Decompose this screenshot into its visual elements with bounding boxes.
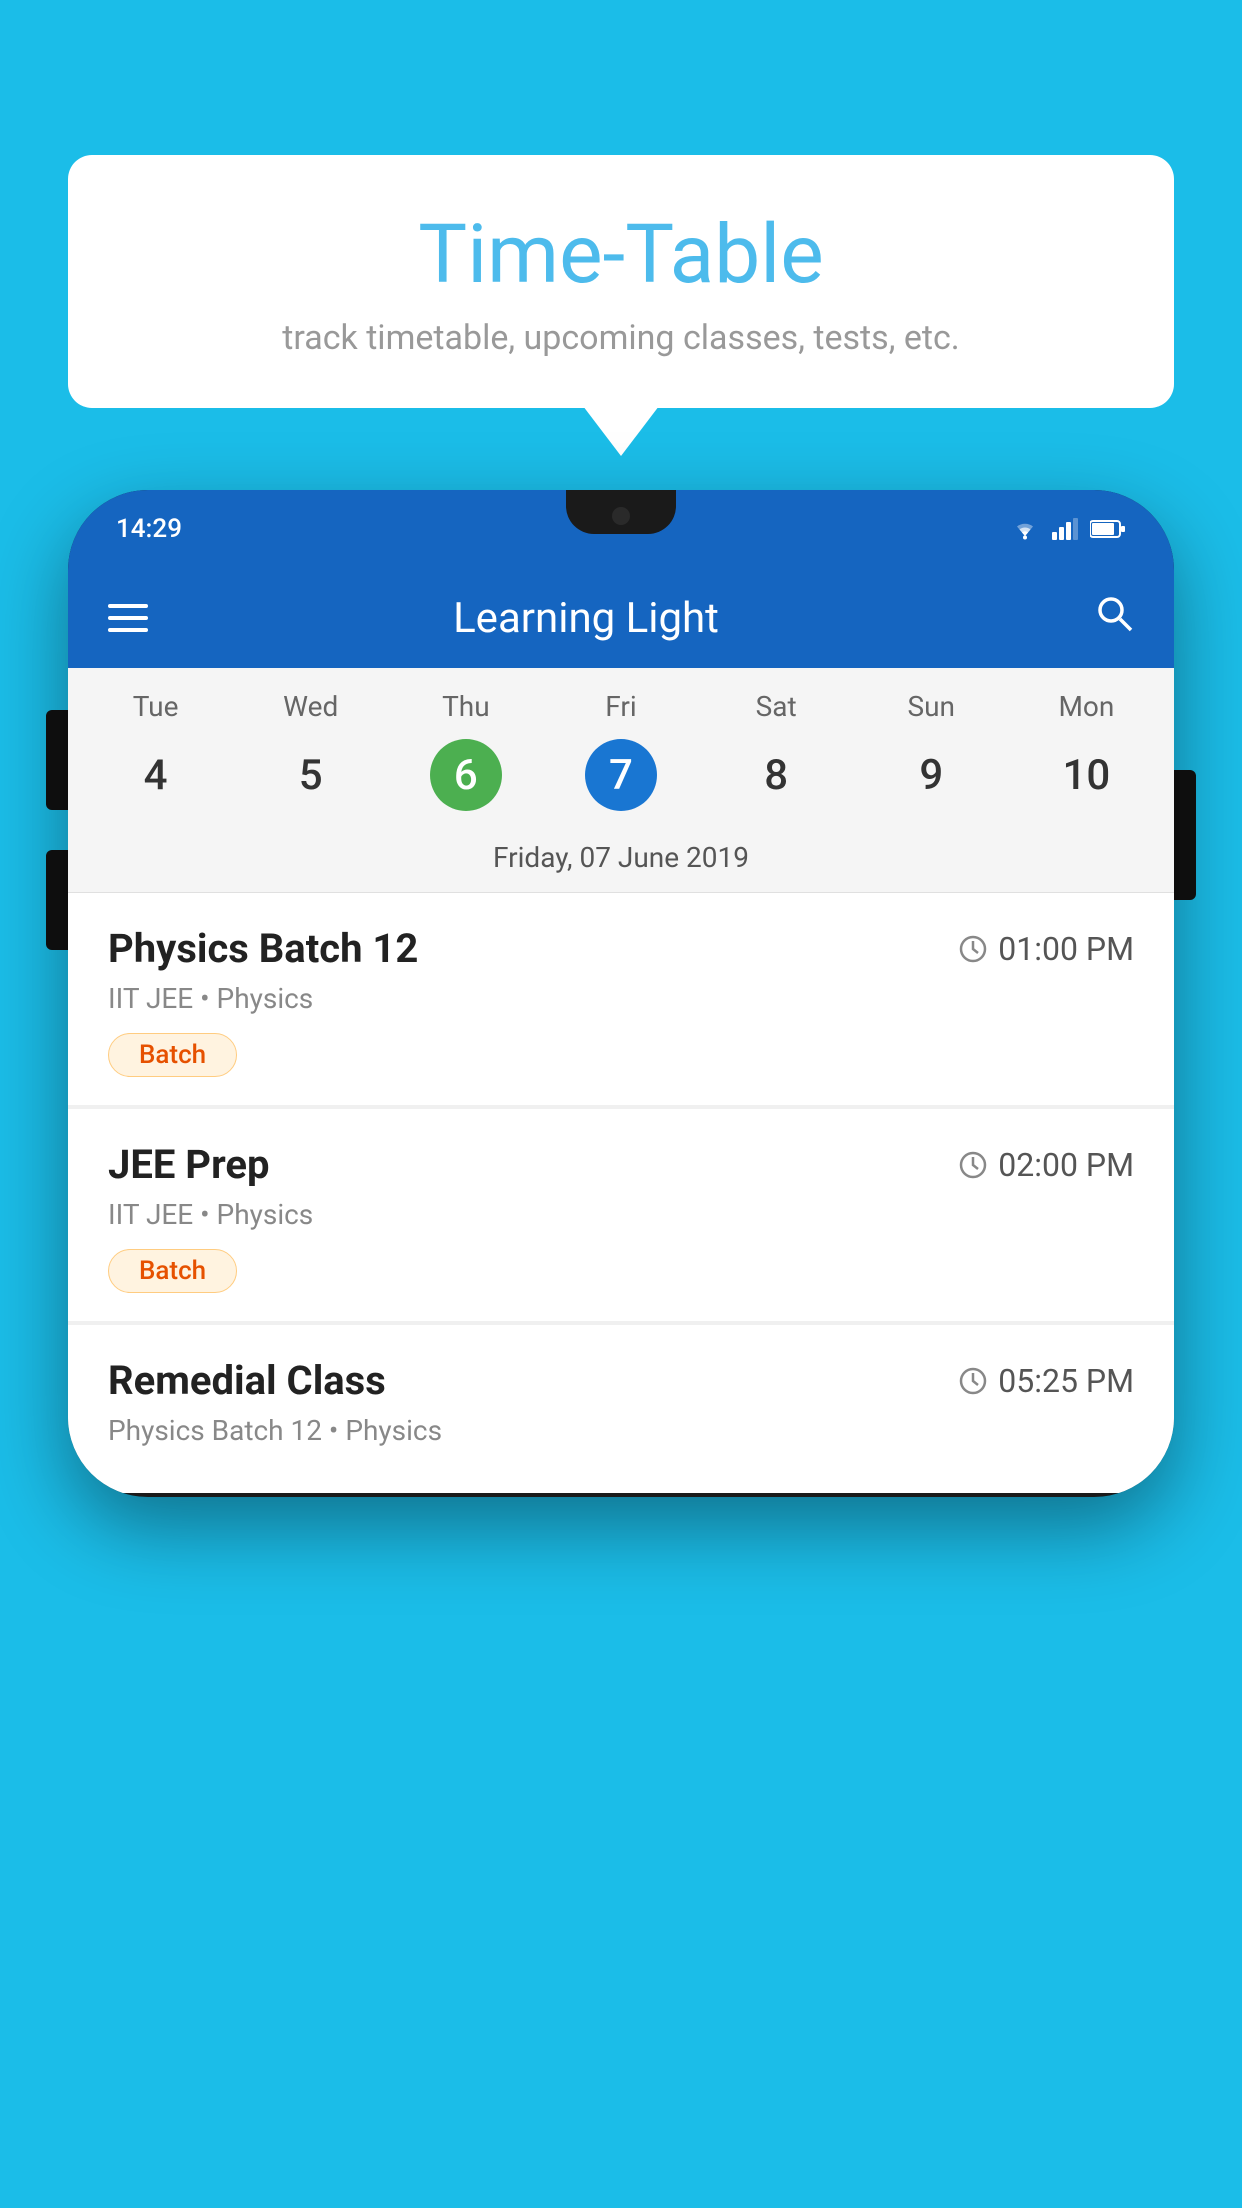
bubble-subtitle: track timetable, upcoming classes, tests… — [128, 318, 1114, 358]
day-fri: Fri — [543, 690, 698, 723]
class-meta-3: Physics Batch 12 • Physics — [108, 1414, 1134, 1447]
camera-dot — [612, 507, 630, 525]
bubble-title: Time-Table — [128, 210, 1114, 300]
status-time: 14:29 — [116, 514, 182, 544]
selected-date-label: Friday, 07 June 2019 — [68, 829, 1174, 893]
speech-bubble: Time-Table track timetable, upcoming cla… — [68, 155, 1174, 408]
day-sun: Sun — [854, 690, 1009, 723]
status-icons — [1010, 518, 1126, 540]
class-item-1[interactable]: Physics Batch 12 01:00 PM IIT JEE • Phys… — [68, 893, 1174, 1105]
notch — [566, 490, 676, 534]
app-title: Learning Light — [108, 594, 1064, 643]
clock-icon-1 — [958, 934, 988, 964]
wifi-icon — [1010, 518, 1040, 540]
week-dates-row[interactable]: 4 5 6 7 8 9 10 — [68, 731, 1174, 829]
class-time-3: 05:25 PM — [958, 1362, 1134, 1400]
clock-icon-3 — [958, 1366, 988, 1396]
day-tue: Tue — [78, 690, 233, 723]
app-bar: Learning Light — [68, 568, 1174, 668]
class-time-1: 01:00 PM — [958, 930, 1134, 968]
batch-badge-2: Batch — [108, 1249, 237, 1293]
day-mon: Mon — [1009, 690, 1164, 723]
day-sat: Sat — [699, 690, 854, 723]
phone-frame: 14:29 — [68, 490, 1174, 1497]
date-5[interactable]: 5 — [233, 739, 388, 811]
class-item-3[interactable]: Remedial Class 05:25 PM Physics Batch 12… — [68, 1325, 1174, 1493]
day-thu: Thu — [388, 690, 543, 723]
class-name-3: Remedial Class — [108, 1357, 386, 1404]
power-button — [1174, 770, 1196, 900]
batch-badge-1: Batch — [108, 1033, 237, 1077]
date-4[interactable]: 4 — [78, 739, 233, 811]
class-meta-1: IIT JEE • Physics — [108, 982, 1134, 1015]
speech-bubble-container: Time-Table track timetable, upcoming cla… — [68, 155, 1174, 408]
date-10[interactable]: 10 — [1009, 739, 1164, 811]
status-bar: 14:29 — [68, 490, 1174, 568]
date-6-today[interactable]: 6 — [430, 739, 502, 811]
date-9[interactable]: 9 — [854, 739, 1009, 811]
class-item-2[interactable]: JEE Prep 02:00 PM IIT JEE • Physics Batc… — [68, 1109, 1174, 1321]
date-8[interactable]: 8 — [699, 739, 854, 811]
class-meta-2: IIT JEE • Physics — [108, 1198, 1134, 1231]
class-item-header-3: Remedial Class 05:25 PM — [108, 1357, 1134, 1404]
week-days-row: Tue Wed Thu Fri Sat Sun Mon — [68, 668, 1174, 731]
signal-icon — [1052, 518, 1078, 540]
class-name-1: Physics Batch 12 — [108, 925, 418, 972]
date-7-selected[interactable]: 7 — [585, 739, 657, 811]
class-item-header-1: Physics Batch 12 01:00 PM — [108, 925, 1134, 972]
class-name-2: JEE Prep — [108, 1141, 269, 1188]
volume-up-button — [46, 710, 68, 810]
clock-icon-2 — [958, 1150, 988, 1180]
class-item-header-2: JEE Prep 02:00 PM — [108, 1141, 1134, 1188]
search-button[interactable] — [1094, 593, 1134, 644]
battery-icon — [1090, 519, 1126, 539]
class-list: Physics Batch 12 01:00 PM IIT JEE • Phys… — [68, 893, 1174, 1493]
day-wed: Wed — [233, 690, 388, 723]
phone-content: 14:29 — [68, 490, 1174, 1497]
volume-down-button — [46, 850, 68, 950]
phone-wrapper: 14:29 — [68, 490, 1174, 2208]
calendar-strip: Tue Wed Thu Fri Sat Sun Mon 4 5 6 7 8 9 … — [68, 668, 1174, 893]
class-time-2: 02:00 PM — [958, 1146, 1134, 1184]
